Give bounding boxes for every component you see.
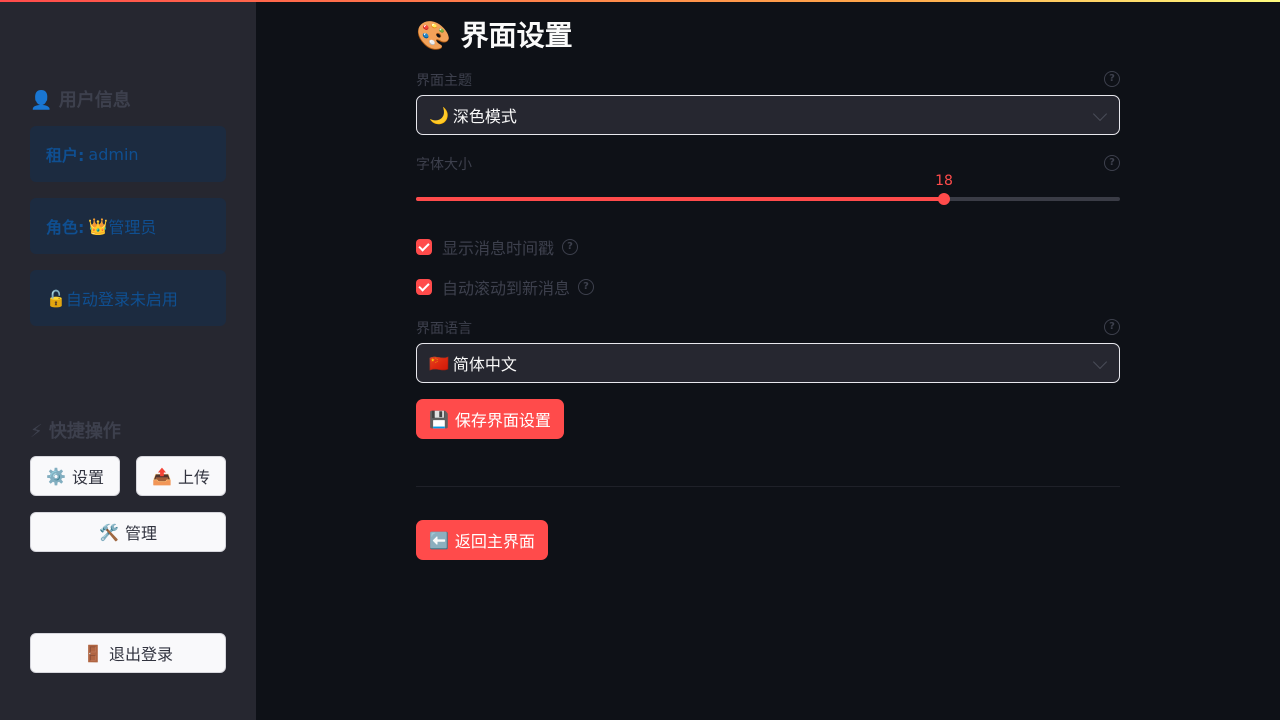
manage-button[interactable]: 🛠️ 管理: [30, 512, 226, 552]
crown-icon: 👑: [88, 216, 109, 236]
floppy-disk-icon: 💾: [429, 409, 449, 429]
language-select-value: 简体中文: [452, 355, 517, 374]
door-icon: 🚪: [83, 643, 103, 663]
help-icon[interactable]: ?: [562, 239, 579, 255]
role-info: 角色: 👑 管理员: [30, 198, 226, 254]
upload-icon: 📤: [152, 466, 172, 486]
help-icon[interactable]: ?: [1104, 71, 1120, 87]
palette-icon: 🎨: [416, 19, 451, 52]
settings-button[interactable]: ⚙️ 设置: [30, 456, 120, 496]
language-select[interactable]: 🇨🇳 简体中文: [416, 343, 1120, 383]
page-title: 🎨 界面设置: [416, 19, 573, 52]
chevron-down-icon: [1092, 106, 1108, 122]
upload-button[interactable]: 📤 上传: [136, 456, 226, 496]
save-settings-button[interactable]: 💾 保存界面设置: [416, 399, 564, 439]
logout-button[interactable]: 🚪 退出登录: [30, 633, 226, 673]
theme-select[interactable]: 🌙 深色模式: [416, 95, 1120, 135]
moon-icon: 🌙: [429, 105, 449, 125]
font-size-value: 18: [935, 173, 953, 189]
timestamp-checkbox[interactable]: [416, 239, 432, 255]
theme-select-value: 深色模式: [452, 107, 517, 126]
china-flag-icon: 🇨🇳: [429, 353, 449, 373]
tenant-info: 租户: admin: [30, 126, 226, 182]
back-to-main-button[interactable]: ⬅️ 返回主界面: [416, 520, 548, 560]
lightning-icon: ⚡: [30, 421, 43, 442]
font-size-slider-track[interactable]: [416, 197, 1120, 201]
top-accent-bar: [0, 0, 1280, 2]
gear-icon: ⚙️: [46, 466, 66, 486]
sidebar: 👤 用户信息 租户: admin 角色: 👑 管理员 🔓 自动登录未启用 ⚡ 快…: [0, 0, 256, 720]
font-size-label: 字体大小: [416, 157, 472, 173]
help-icon[interactable]: ?: [1104, 319, 1120, 335]
help-icon[interactable]: ?: [1104, 155, 1120, 171]
main-content: 🎨 界面设置 界面主题 ? 🌙 深色模式 字体大小 ? 18 显示消息时间戳 ?…: [416, 0, 1120, 720]
timestamp-checkbox-row[interactable]: 显示消息时间戳 ?: [416, 237, 579, 258]
user-icon: 👤: [30, 90, 53, 111]
arrow-left-icon: ⬅️: [429, 530, 449, 550]
font-size-slider-fill: [416, 197, 944, 201]
unlock-icon: 🔓: [46, 288, 66, 308]
theme-label: 界面主题: [416, 73, 472, 89]
autoscroll-checkbox-row[interactable]: 自动滚动到新消息 ?: [416, 277, 595, 298]
font-size-slider-thumb[interactable]: [938, 193, 950, 205]
user-info-heading: 👤 用户信息: [30, 90, 131, 111]
divider: [416, 486, 1120, 487]
help-icon[interactable]: ?: [578, 279, 595, 295]
tools-icon: 🛠️: [99, 522, 119, 542]
auto-login-info: 🔓 自动登录未启用: [30, 270, 226, 326]
quick-actions-heading: ⚡ 快捷操作: [30, 421, 121, 442]
language-label: 界面语言: [416, 321, 472, 337]
autoscroll-checkbox[interactable]: [416, 279, 432, 295]
chevron-down-icon: [1092, 354, 1108, 370]
